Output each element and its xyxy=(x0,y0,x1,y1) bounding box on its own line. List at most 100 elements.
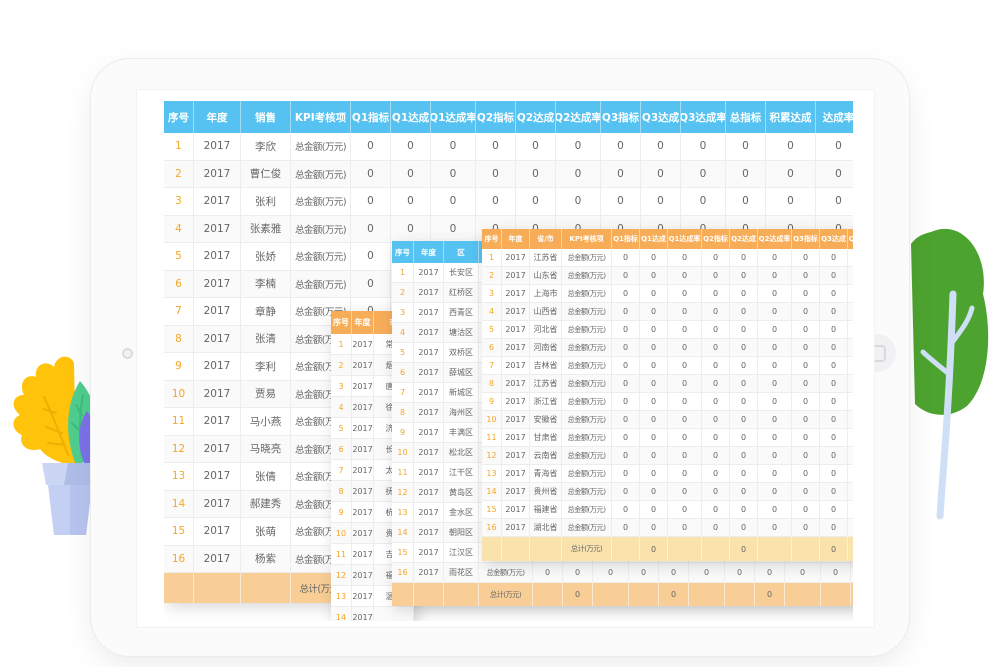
cell-name: 新城区 xyxy=(444,383,479,403)
cell-value: 0 xyxy=(668,393,702,411)
cell-year: 2017 xyxy=(194,353,241,381)
cell-no: 2 xyxy=(392,283,414,303)
cell-value: 0 xyxy=(640,249,668,267)
cell-value: 0 xyxy=(612,411,640,429)
cell-year: 2017 xyxy=(414,403,444,423)
cell-no: 15 xyxy=(164,518,194,546)
cell-value: 0 xyxy=(702,303,730,321)
cell-value: 0 xyxy=(641,133,681,161)
cell-value: 0 xyxy=(726,188,766,216)
total-value: 0 xyxy=(730,537,758,561)
cell-no: 14 xyxy=(331,607,352,621)
cell-year: 2017 xyxy=(414,303,444,323)
cell-name: 张清 xyxy=(241,326,291,354)
cell-value: 0 xyxy=(758,321,792,339)
cell-kpi: 总金额(万元) xyxy=(562,303,612,321)
total-value: 0 xyxy=(851,583,853,606)
cell-value: 0 xyxy=(730,519,758,537)
table-row: 52017河北省总金额(万元)000000000 xyxy=(482,321,853,339)
cell-value: 0 xyxy=(668,303,702,321)
cell-value: 0 xyxy=(476,161,516,189)
cell-name: 薛城区 xyxy=(444,363,479,383)
cell-kpi: 总金额(万元) xyxy=(291,161,351,189)
cell-value: 0 xyxy=(758,411,792,429)
cell-kpi: 总金额(万元) xyxy=(562,411,612,429)
header-cell: Q1达成率 xyxy=(668,229,702,249)
cell-name: 江干区 xyxy=(444,463,479,483)
cell-kpi: 总金额(万元) xyxy=(562,249,612,267)
cell-year: 2017 xyxy=(414,443,444,463)
cell-no: 9 xyxy=(331,502,352,523)
cell-kpi: 总金额(万元) xyxy=(291,216,351,244)
table-row: 92017浙江省总金额(万元)000000000 xyxy=(482,393,853,411)
cell-kpi: 总金额(万元) xyxy=(562,447,612,465)
cell-value: 0 xyxy=(689,563,725,583)
cell-year: 2017 xyxy=(194,298,241,326)
cell-no: 16 xyxy=(164,546,194,574)
cell-name: 贵州省 xyxy=(530,483,562,501)
cell-value: 0 xyxy=(668,267,702,285)
cell-value: 0 xyxy=(792,285,820,303)
cell-value: 0 xyxy=(640,447,668,465)
table-row: 142017贵州省总金额(万元)000000000 xyxy=(482,483,853,501)
cell-value: 0 xyxy=(792,519,820,537)
cell-value: 0 xyxy=(391,133,431,161)
total-value xyxy=(164,573,194,603)
cell-value: 0 xyxy=(556,188,601,216)
cell-value: 0 xyxy=(766,161,816,189)
cell-year: 2017 xyxy=(414,523,444,543)
header-row: 序号年度省/市KPI考核项Q1指标Q1达成Q1达成率Q2指标Q2达成Q2达成率Q… xyxy=(482,229,853,249)
cell-no: 7 xyxy=(164,298,194,326)
cell-value: 0 xyxy=(820,519,848,537)
cell-value: 0 xyxy=(681,133,726,161)
camera-dot xyxy=(122,348,133,359)
cell-no: 2 xyxy=(164,161,194,189)
header-cell: KPI考核项 xyxy=(562,229,612,249)
header-cell: 年度 xyxy=(502,229,530,249)
cell-value: 0 xyxy=(640,285,668,303)
total-value xyxy=(502,537,530,561)
cell-value: 0 xyxy=(848,339,853,357)
total-value: 0 xyxy=(820,537,848,561)
cell-value: 0 xyxy=(668,519,702,537)
cell-no: 11 xyxy=(331,544,352,565)
cell-no: 11 xyxy=(392,463,414,483)
table-row: 32017上海市总金额(万元)000000000 xyxy=(482,285,853,303)
cell-value: 0 xyxy=(612,357,640,375)
total-value: 0 xyxy=(640,537,668,561)
cell-value: 0 xyxy=(640,339,668,357)
cell-no: 14 xyxy=(164,491,194,519)
header-cell: Q1指标 xyxy=(351,101,391,133)
cell-year: 2017 xyxy=(352,418,374,439)
cell-value: 0 xyxy=(730,357,758,375)
header-cell: Q2指标 xyxy=(702,229,730,249)
cell-year: 2017 xyxy=(414,323,444,343)
table-row: 132017青海省总金额(万元)000000000 xyxy=(482,465,853,483)
cell-value: 0 xyxy=(758,429,792,447)
cell-no: 12 xyxy=(331,565,352,586)
total-value xyxy=(725,583,755,606)
cell-value: 0 xyxy=(612,519,640,537)
cell-no: 5 xyxy=(331,418,352,439)
cell-no: 6 xyxy=(164,271,194,299)
cell-name: 李利 xyxy=(241,353,291,381)
cell-value: 0 xyxy=(593,563,629,583)
cell-value: 0 xyxy=(641,161,681,189)
cell-no: 8 xyxy=(331,481,352,502)
cell-value: 0 xyxy=(612,285,640,303)
cell-value: 0 xyxy=(758,249,792,267)
cell-value: 0 xyxy=(668,285,702,303)
cell-no: 6 xyxy=(482,339,502,357)
cell-value: 0 xyxy=(848,483,853,501)
cell-kpi: 总金额(万元) xyxy=(562,501,612,519)
cell-year: 2017 xyxy=(414,343,444,363)
cell-year: 2017 xyxy=(502,429,530,447)
cell-value: 0 xyxy=(792,357,820,375)
cell-no: 5 xyxy=(164,243,194,271)
cell-value: 0 xyxy=(755,563,785,583)
plant-pot-body-shade xyxy=(70,485,92,535)
header-cell: 省/市 xyxy=(530,229,562,249)
cell-value: 0 xyxy=(640,483,668,501)
cell-value: 0 xyxy=(431,188,476,216)
header-cell: KPI考核项 xyxy=(291,101,351,133)
